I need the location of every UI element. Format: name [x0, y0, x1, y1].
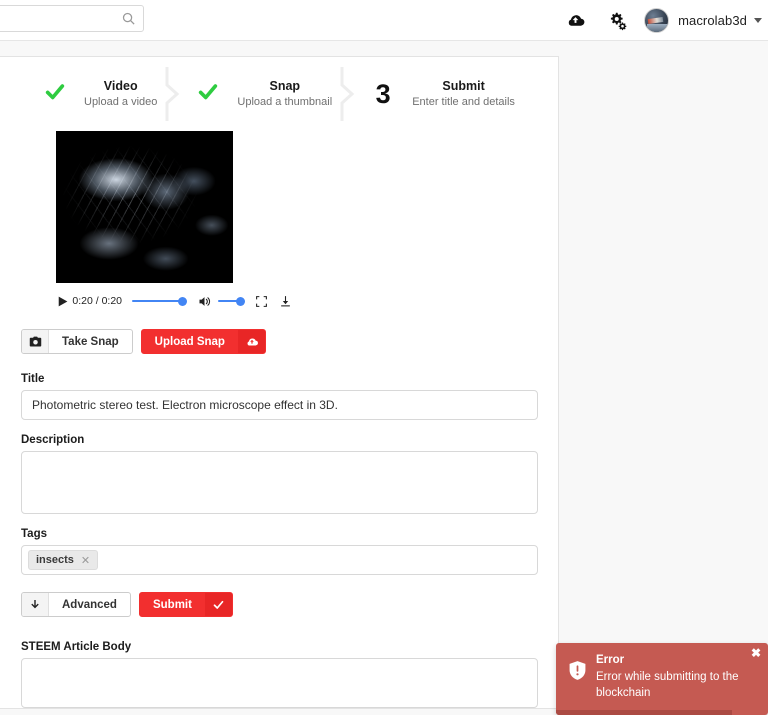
- search-input[interactable]: [1, 6, 109, 31]
- step-separator-icon: [338, 67, 360, 121]
- advanced-button[interactable]: Advanced: [21, 592, 131, 617]
- tag-label: insects: [36, 554, 74, 566]
- error-shield-icon: [568, 652, 590, 701]
- error-toast[interactable]: ✖ Error Error while submitting to the bl…: [556, 643, 768, 715]
- video-time-label: 0:20 / 0:20: [72, 295, 122, 307]
- wizard-step-snap[interactable]: Snap Upload a thumbnail: [191, 78, 332, 110]
- fullscreen-icon[interactable]: [255, 295, 268, 308]
- play-icon[interactable]: [56, 295, 72, 308]
- step-video-check: [38, 81, 72, 108]
- wizard-step-video[interactable]: Video Upload a video: [38, 78, 157, 110]
- volume-thumb[interactable]: [236, 296, 245, 306]
- tags-label: Tags: [21, 528, 47, 540]
- search-icon[interactable]: [121, 11, 136, 26]
- step-snap-subtitle: Upload a thumbnail: [237, 96, 333, 109]
- video-player[interactable]: [56, 131, 233, 283]
- video-controls: 0:20 / 0:20: [56, 288, 292, 314]
- step-snap-title: Snap: [269, 79, 301, 94]
- upload-snap-button[interactable]: Upload Snap: [140, 329, 266, 354]
- article-textarea[interactable]: [21, 658, 538, 708]
- title-field-group: Title: [0, 373, 558, 420]
- close-icon[interactable]: ✕: [81, 554, 90, 567]
- video-progress-slider[interactable]: [132, 295, 187, 307]
- check-icon: [196, 81, 220, 108]
- take-snap-label: Take Snap: [62, 335, 119, 348]
- volume-slider[interactable]: [218, 295, 245, 307]
- volume-icon[interactable]: [197, 294, 212, 309]
- step-submit-number: 3: [366, 78, 400, 109]
- cloud-upload-icon: [237, 330, 265, 353]
- video-preview-block: 0:20 / 0:20: [0, 131, 558, 314]
- progress-thumb[interactable]: [178, 296, 187, 306]
- step-snap-text: Snap Upload a thumbnail: [237, 78, 332, 110]
- article-field-group: STEEM Article Body: [0, 641, 558, 708]
- form-action-buttons: Advanced Submit: [0, 592, 558, 617]
- description-textarea[interactable]: [21, 451, 538, 514]
- search-box[interactable]: [0, 5, 144, 32]
- toast-text: Error Error while submitting to the bloc…: [596, 652, 758, 701]
- step-video-title: Video: [103, 79, 138, 94]
- description-label: Description: [21, 434, 85, 446]
- check-icon: [204, 593, 232, 616]
- submit-button[interactable]: Submit: [138, 592, 233, 617]
- title-label: Title: [21, 373, 45, 385]
- chevron-down-icon[interactable]: [754, 18, 762, 23]
- wizard-step-submit[interactable]: 3 Submit Enter title and details: [366, 78, 515, 110]
- cloud-upload-icon[interactable]: [554, 0, 596, 41]
- video-thumbnail-detail: [56, 131, 233, 283]
- step-submit-subtitle: Enter title and details: [412, 96, 515, 109]
- toast-progress-bar: [556, 710, 768, 715]
- tag-chip[interactable]: insects ✕: [28, 550, 99, 570]
- camera-icon: [22, 330, 49, 353]
- step-submit-title: Submit: [442, 79, 485, 94]
- tags-input[interactable]: insects ✕: [21, 545, 538, 575]
- download-icon[interactable]: [279, 294, 292, 308]
- page-body: Video Upload a video Snap Upload a thumb…: [0, 41, 768, 715]
- step-submit-number-label: 3: [375, 78, 391, 109]
- step-video-text: Video Upload a video: [84, 78, 157, 110]
- advanced-label: Advanced: [62, 598, 117, 611]
- snap-buttons-row: Take Snap Upload Snap: [0, 329, 558, 354]
- take-snap-button[interactable]: Take Snap: [21, 329, 133, 354]
- step-separator-icon: [163, 67, 185, 121]
- step-submit-text: Submit Enter title and details: [412, 78, 515, 110]
- upload-snap-label: Upload Snap: [154, 335, 225, 348]
- arrow-down-icon: [22, 593, 49, 616]
- username-label[interactable]: macrolab3d: [678, 13, 747, 28]
- progress-track: [132, 300, 181, 302]
- avatar[interactable]: [644, 8, 670, 33]
- step-video-subtitle: Upload a video: [84, 96, 158, 109]
- header-actions: macrolab3d: [554, 0, 762, 41]
- toast-title: Error: [596, 654, 625, 666]
- description-field-group: Description: [0, 434, 558, 514]
- top-header-bar: macrolab3d: [0, 0, 768, 41]
- upload-form-card: Video Upload a video Snap Upload a thumb…: [0, 56, 559, 709]
- toast-close-button[interactable]: ✖: [751, 647, 761, 659]
- toast-content: Error Error while submitting to the bloc…: [556, 643, 768, 701]
- toast-message: Error while submitting to the blockchain: [596, 670, 739, 699]
- wizard-steps: Video Upload a video Snap Upload a thumb…: [0, 57, 558, 131]
- step-snap-check: [191, 81, 225, 108]
- toast-progress-fill: [556, 710, 732, 715]
- tags-field-group: Tags insects ✕: [0, 528, 558, 575]
- submit-label: Submit: [152, 598, 192, 611]
- gears-icon[interactable]: [596, 0, 638, 41]
- title-input[interactable]: [21, 390, 538, 420]
- article-label: STEEM Article Body: [21, 641, 132, 653]
- check-icon: [43, 81, 67, 108]
